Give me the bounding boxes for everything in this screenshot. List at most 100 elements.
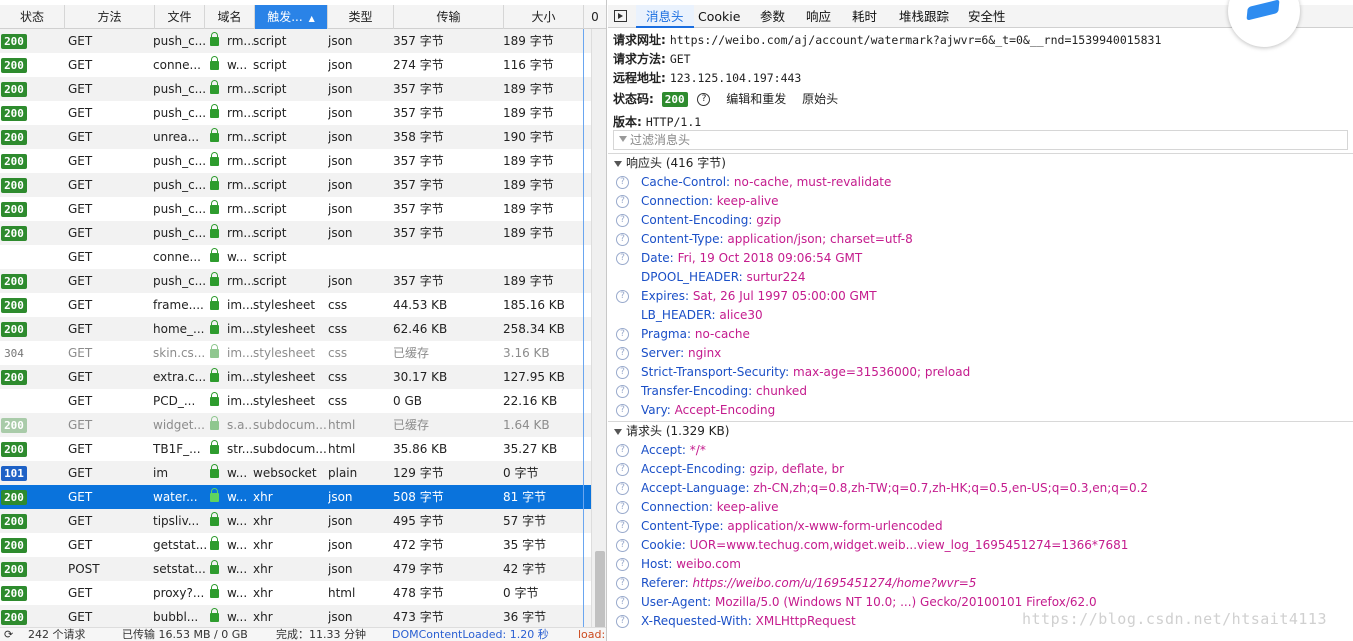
table-row[interactable]: 200 GET push_c... rm... script json 357 字节 189 … [0, 77, 591, 101]
header-help-icon[interactable]: ? [616, 404, 629, 417]
table-row[interactable]: 200 GET proxy?... w... xhr html 478 字节 0 字节 [0, 581, 591, 605]
column-header[interactable]: 传输 [394, 5, 504, 29]
header-help-icon[interactable]: ? [616, 195, 629, 208]
table-row[interactable]: 200 GET push_c... rm... script json 357 字节 189 … [0, 221, 591, 245]
header-name: X-Requested-With: [641, 614, 752, 628]
tab-security[interactable]: 安全性 [966, 5, 1008, 28]
header-line[interactable]: ? Vary: Accept-Encoding [608, 401, 1353, 420]
header-line[interactable]: ? Content-Encoding: gzip [608, 211, 1353, 230]
response-headers-toggle[interactable]: 响应头 (416 字节) [608, 153, 1353, 172]
header-help-icon[interactable]: ? [616, 347, 629, 360]
header-line[interactable]: ? Connection: keep-alive [608, 192, 1353, 211]
performance-icon[interactable]: ⟳ [4, 628, 13, 641]
column-header[interactable]: 类型 [328, 5, 394, 29]
header-help-icon[interactable]: ? [616, 176, 629, 189]
vertical-scrollbar[interactable] [591, 29, 606, 641]
column-header[interactable]: 方法 [65, 5, 155, 29]
table-row[interactable]: GET PCD_... im... stylesheet css 0 GB 22.16 KB [0, 389, 591, 413]
table-row[interactable]: 304 GET skin.cs... im... stylesheet css 已缓存 3.1… [0, 341, 591, 365]
header-help-icon[interactable]: ? [616, 501, 629, 514]
header-line[interactable]: ? Connection: keep-alive [608, 498, 1353, 517]
header-line[interactable]: ? Strict-Transport-Security: max-age=3153… [608, 363, 1353, 382]
header-help-icon[interactable]: ? [616, 252, 629, 265]
header-help-icon[interactable]: ? [616, 366, 629, 379]
column-header[interactable]: 0 [584, 5, 606, 29]
header-line[interactable]: ? Accept: */* [608, 441, 1353, 460]
toggle-panel-icon[interactable] [614, 10, 627, 22]
table-row[interactable]: 200 GET water... w... xhr json 508 字节 81 字节 [0, 485, 591, 509]
table-row[interactable]: 200 GET bubbl... w... xhr json 473 字节 36 字节 [0, 605, 591, 629]
column-header[interactable]: 状态 [0, 5, 65, 29]
header-help-icon[interactable]: ? [616, 558, 629, 571]
edit-resend-button[interactable]: 编辑和重发 [726, 92, 786, 106]
table-row[interactable]: 200 GET home_... im... stylesheet css 62.46 KB… [0, 317, 591, 341]
request-url[interactable]: https://weibo.com/aj/account/watermark?a… [670, 33, 1162, 47]
header-help-icon[interactable]: ? [616, 214, 629, 227]
table-row[interactable]: 200 GET widget... s.a... subdocum... html 已缓存 1… [0, 413, 591, 437]
table-row[interactable]: 200 GET push_c... rm... script json 357 字节 189 … [0, 149, 591, 173]
table-row[interactable]: 200 GET push_c... rm... script json 357 字节 189 … [0, 101, 591, 125]
header-line[interactable]: ? Content-Type: application/x-www-form-ur… [608, 517, 1353, 536]
tab-stack-trace[interactable]: 堆栈跟踪 [897, 5, 951, 28]
tab-headers[interactable]: 消息头 [636, 5, 694, 28]
tab-response[interactable]: 响应 [804, 5, 833, 28]
header-line[interactable]: ? Pragma: no-cache [608, 325, 1353, 344]
tab-params[interactable]: 参数 [758, 5, 787, 28]
header-line[interactable]: DPOOL_HEADER: surtur224 [608, 268, 1353, 287]
table-row[interactable]: 200 GET getstat... w... xhr json 472 字节 35 字节 [0, 533, 591, 557]
table-row[interactable]: 200 GET TB1F_... str... subdocum... html 35.86… [0, 437, 591, 461]
column-header[interactable]: 域名 [205, 5, 255, 29]
header-help-icon[interactable]: ? [616, 444, 629, 457]
header-line[interactable]: ? Expires: Sat, 26 Jul 1997 05:00:00 GMT [608, 287, 1353, 306]
header-entry: Content-Type: application/x-www-form-url… [641, 517, 943, 536]
tab-timings[interactable]: 耗时 [850, 5, 879, 28]
tab-cookie[interactable]: Cookie [696, 5, 742, 28]
raw-headers-button[interactable]: 原始头 [802, 92, 838, 106]
header-line[interactable]: ? Accept-Language: zh-CN,zh;q=0.8,zh-TW;q… [608, 479, 1353, 498]
column-header-label: 类型 [348, 10, 373, 24]
table-row[interactable]: 200 GET conne... w... script json 274 字节 116 字节 [0, 53, 591, 77]
help-icon[interactable]: ? [697, 93, 711, 106]
header-help-icon[interactable]: ? [616, 290, 629, 303]
header-help-icon[interactable]: ? [616, 233, 629, 246]
table-row[interactable]: 200 POST setstat... w... xhr json 479 字节 42 字节 [0, 557, 591, 581]
table-row[interactable]: GET conne... w... script [0, 245, 591, 269]
header-line[interactable]: ? Server: nginx [608, 344, 1353, 363]
column-header[interactable]: 文件 [155, 5, 205, 29]
header-line[interactable]: ? Date: Fri, 19 Oct 2018 09:06:54 GMT [608, 249, 1353, 268]
table-row[interactable]: 200 GET extra.c... im... stylesheet css 30.17 … [0, 365, 591, 389]
table-row[interactable]: 200 GET push_c... rm... script json 357 字节 189 … [0, 29, 591, 53]
header-line[interactable]: ? Content-Type: application/json; charset… [608, 230, 1353, 249]
scrollbar-thumb[interactable] [595, 551, 605, 631]
column-header[interactable]: 大小 [504, 5, 584, 29]
status-cell: 200 [0, 269, 60, 293]
header-line[interactable]: ? Transfer-Encoding: chunked [608, 382, 1353, 401]
header-help-icon[interactable]: ? [616, 539, 629, 552]
header-line[interactable]: ? Cache-Control: no-cache, must-revalidat… [608, 173, 1353, 192]
file-cell: push_c... [153, 154, 207, 168]
header-line[interactable]: ? Cookie: UOR=www.techug.com,widget.weib.… [608, 536, 1353, 555]
header-line[interactable]: ? Accept-Encoding: gzip, deflate, br [608, 460, 1353, 479]
filter-headers-input[interactable]: 过滤消息头 [613, 130, 1348, 150]
header-help-icon[interactable]: ? [616, 615, 629, 628]
table-row[interactable]: 200 GET push_c... rm... script json 357 字节 189 … [0, 173, 591, 197]
column-header[interactable]: 触发... ▲ [255, 5, 328, 29]
table-row[interactable]: 200 GET push_c... rm... script json 357 字节 189 … [0, 269, 591, 293]
header-help-icon[interactable]: ? [616, 482, 629, 495]
table-row[interactable]: 200 GET push_c... rm... script json 357 字节 189 … [0, 197, 591, 221]
header-help-icon[interactable]: ? [616, 520, 629, 533]
table-row[interactable]: 200 GET frame.... im... stylesheet css 44.53 K… [0, 293, 591, 317]
header-help-icon[interactable]: ? [616, 463, 629, 476]
header-help-icon[interactable]: ? [616, 328, 629, 341]
header-line[interactable]: LB_HEADER: alice30 [608, 306, 1353, 325]
transfer-cell: 274 字节 [393, 58, 444, 72]
table-row[interactable]: 101 GET im w... websocket plain 129 字节 0 字节 [0, 461, 591, 485]
request-headers-toggle[interactable]: 请求头 (1.329 KB) [608, 421, 1353, 440]
table-row[interactable]: 200 GET tipsliv... w... xhr json 495 字节 57 字节 [0, 509, 591, 533]
header-help-icon[interactable]: ? [616, 385, 629, 398]
header-line[interactable]: ? Host: weibo.com [608, 555, 1353, 574]
header-help-icon[interactable]: ? [616, 596, 629, 609]
header-line[interactable]: ? Referer: https://weibo.com/u/1695451274… [608, 574, 1353, 593]
header-help-icon[interactable]: ? [616, 577, 629, 590]
table-row[interactable]: 200 GET unrea... rm... script json 358 字节 190 字… [0, 125, 591, 149]
